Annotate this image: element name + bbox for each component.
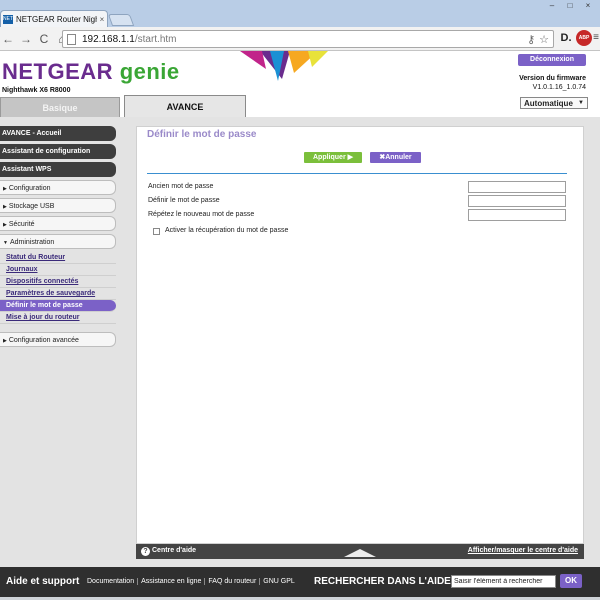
logo-genie: genie bbox=[119, 59, 180, 84]
old-password-label: Ancien mot de passe bbox=[148, 183, 214, 190]
router-model: Nighthawk X6 R8000 bbox=[2, 87, 71, 94]
window-controls: – □ × bbox=[544, 0, 596, 12]
expand-up-icon[interactable] bbox=[344, 549, 376, 557]
sidebar-item-label: Configuration avancée bbox=[8, 337, 79, 344]
close-tab-icon[interactable]: × bbox=[97, 15, 107, 24]
documentation-link[interactable]: Documentation bbox=[84, 578, 139, 585]
back-arrow-icon[interactable]: ← bbox=[0, 31, 16, 47]
footer: Aide et support Documentation Assistance… bbox=[0, 567, 600, 597]
gnu-gpl-link[interactable]: GNU GPL bbox=[260, 578, 298, 585]
collapsed-triangle-icon: ▶ bbox=[3, 186, 7, 192]
sidebar-item-wps-wizard[interactable]: Assistant WPS bbox=[0, 162, 116, 177]
collapsed-triangle-icon: ▶ bbox=[3, 338, 7, 344]
sidebar-sub-backup-settings[interactable]: Paramètres de sauvegarde bbox=[0, 288, 116, 300]
new-tab-button[interactable] bbox=[107, 14, 135, 26]
sidebar-item-home[interactable]: AVANCE - Accueil bbox=[0, 126, 116, 141]
footer-title: Aide et support bbox=[6, 576, 80, 587]
tab-advanced[interactable]: AVANCE bbox=[124, 95, 246, 117]
mode-tabs: Basique AVANCE Automatique ▼ bbox=[0, 95, 600, 117]
url-text: 192.168.1.1/start.htm bbox=[82, 34, 177, 45]
router-faq-link[interactable]: FAQ du routeur bbox=[205, 578, 261, 585]
url-host: 192.168.1.1 bbox=[82, 33, 135, 45]
sidebar-item-label: Configuration bbox=[8, 185, 51, 192]
help-search-ok-button[interactable]: OK bbox=[560, 574, 582, 588]
sidebar-item-label: Administration bbox=[9, 239, 55, 246]
browser-tab[interactable]: NETGEAR NETGEAR Router Nighthæ × bbox=[0, 10, 108, 27]
help-search-label: RECHERCHER DANS L'AIDE bbox=[314, 576, 451, 587]
apply-button[interactable]: Appliquer ▶ bbox=[304, 152, 362, 163]
divider bbox=[147, 173, 567, 174]
toggle-help-center-link[interactable]: Afficher/masquer le centre d'aide bbox=[468, 547, 578, 554]
mode-select-value: Automatique bbox=[524, 99, 573, 108]
firmware-label: Version du firmware bbox=[519, 75, 586, 82]
tab-basic[interactable]: Basique bbox=[0, 97, 120, 117]
sidebar: AVANCE - Accueil Assistant de configurat… bbox=[0, 126, 120, 350]
firmware-version: V1.0.1.16_1.0.74 bbox=[532, 84, 586, 91]
collapsed-triangle-icon: ▶ bbox=[3, 222, 7, 228]
help-search-input[interactable] bbox=[451, 575, 556, 588]
adblock-icon[interactable]: ABP bbox=[576, 30, 592, 46]
expanded-triangle-icon: ▼ bbox=[3, 240, 8, 246]
old-password-input[interactable] bbox=[468, 181, 566, 193]
key-icon[interactable]: ⚷ bbox=[527, 33, 535, 46]
window-close-icon[interactable]: × bbox=[580, 0, 596, 12]
maximize-icon[interactable]: □ bbox=[562, 0, 578, 12]
url-path: /start.htm bbox=[134, 33, 177, 45]
help-center-bar: ? Centre d'aide Afficher/masquer le cent… bbox=[136, 544, 584, 559]
sidebar-sub-router-update[interactable]: Mise à jour du routeur bbox=[0, 312, 116, 324]
chevron-down-icon: ▼ bbox=[578, 100, 584, 106]
password-recovery-checkbox[interactable] bbox=[153, 228, 160, 235]
cancel-button[interactable]: ✖Annuler bbox=[370, 152, 421, 163]
collapsed-triangle-icon: ▶ bbox=[3, 204, 7, 210]
sidebar-item-label: Stockage USB bbox=[8, 203, 55, 210]
help-center-label[interactable]: Centre d'aide bbox=[152, 547, 196, 554]
sidebar-item-label: Sécurité bbox=[8, 221, 35, 228]
sidebar-item-advanced-setup[interactable]: ▶ Configuration avancée bbox=[0, 332, 116, 347]
sidebar-sub-set-password[interactable]: Définir le mot de passe bbox=[0, 300, 116, 312]
browser-menu-icon[interactable]: ≡ bbox=[592, 30, 600, 46]
router-header: NETGEAR genie Nighthawk X6 R8000 bbox=[0, 51, 600, 97]
genie-decoration-icon bbox=[240, 51, 328, 81]
browser-tab-title: NETGEAR Router Nighthæ bbox=[16, 14, 97, 24]
extension-d-icon[interactable]: D. bbox=[558, 30, 574, 46]
browser-toolbar: ← → C ⌂ 192.168.1.1/start.htm ⚷ ☆ D. ABP… bbox=[0, 27, 600, 51]
forward-arrow-icon[interactable]: → bbox=[18, 31, 34, 47]
footer-links: Documentation Assistance en ligne FAQ du… bbox=[84, 578, 298, 585]
browser-tabstrip: NETGEAR NETGEAR Router Nighthæ × – □ × bbox=[0, 0, 600, 27]
omnibox-actions: ⚷ ☆ bbox=[527, 33, 549, 46]
mode-select[interactable]: Automatique ▼ bbox=[520, 97, 588, 109]
reload-icon[interactable]: C bbox=[36, 31, 52, 47]
page-title: Définir le mot de passe bbox=[147, 129, 257, 140]
sidebar-item-administration[interactable]: ▼ Administration bbox=[0, 234, 116, 249]
sidebar-item-security[interactable]: ▶ Sécurité bbox=[0, 216, 116, 231]
sidebar-item-setup-wizard[interactable]: Assistant de configuration bbox=[0, 144, 116, 159]
new-password-label: Définir le mot de passe bbox=[148, 197, 220, 204]
bookmark-star-icon[interactable]: ☆ bbox=[539, 33, 549, 46]
password-recovery-label: Activer la récupération du mot de passe bbox=[165, 227, 289, 234]
sidebar-sub-router-status[interactable]: Statut du Routeur bbox=[0, 252, 116, 264]
repeat-password-input[interactable] bbox=[468, 209, 566, 221]
repeat-password-label: Répétez le nouveau mot de passe bbox=[148, 211, 255, 218]
online-support-link[interactable]: Assistance en ligne bbox=[138, 578, 206, 585]
sidebar-sub-attached-devices[interactable]: Dispositifs connectés bbox=[0, 276, 116, 288]
minimize-icon[interactable]: – bbox=[544, 0, 560, 12]
content-panel: Définir le mot de passe Appliquer ▶ ✖Ann… bbox=[136, 126, 584, 544]
new-password-input[interactable] bbox=[468, 195, 566, 207]
logo-netgear: NETGEAR bbox=[2, 59, 114, 84]
address-bar[interactable]: 192.168.1.1/start.htm ⚷ ☆ bbox=[62, 30, 554, 48]
main-area: AVANCE - Accueil Assistant de configurat… bbox=[0, 117, 600, 567]
sidebar-item-usb-storage[interactable]: ▶ Stockage USB bbox=[0, 198, 116, 213]
sidebar-item-setup[interactable]: ▶ Configuration bbox=[0, 180, 116, 195]
netgear-genie-logo: NETGEAR genie bbox=[2, 59, 180, 85]
page-icon bbox=[67, 33, 76, 45]
netgear-favicon-icon: NETGEAR bbox=[3, 14, 28, 24]
help-question-icon: ? bbox=[141, 547, 150, 556]
logout-button[interactable]: Déconnexion bbox=[518, 54, 586, 66]
sidebar-sub-logs[interactable]: Journaux bbox=[0, 264, 116, 276]
